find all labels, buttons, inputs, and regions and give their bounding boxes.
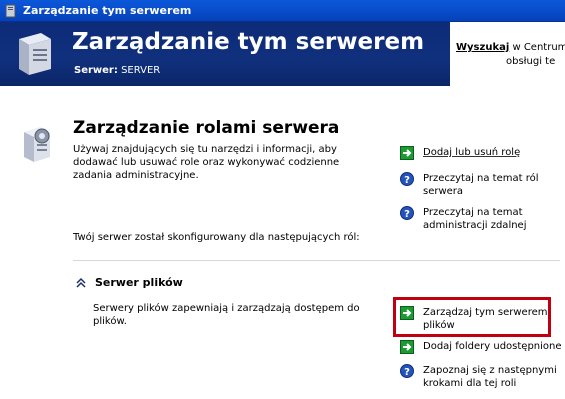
window-title: Zarządzanie tym serwerem — [23, 4, 192, 17]
server-icon — [19, 33, 51, 75]
server-roles-icon — [24, 127, 50, 162]
highlight-annotation-box — [393, 297, 551, 337]
read-about-remote-admin-label[interactable]: Przeczytaj na temat administracji zdalne… — [423, 206, 565, 232]
help-icon: ? — [400, 206, 414, 220]
svg-text:?: ? — [404, 175, 410, 186]
add-remove-role-label[interactable]: Dodaj lub usuń rolę — [423, 146, 565, 159]
search-text-1: w Centrum — [512, 42, 565, 53]
page-title: Zarządzanie tym serwerem — [72, 29, 425, 55]
roles-section-description: Używaj znajdujących się tu narzędzi i in… — [73, 144, 340, 181]
role-description: Serwery plików zapewniają i zarządzają d… — [93, 303, 360, 327]
server-info: Serwer: SERVER — [74, 65, 160, 76]
configured-roles-text: Twój serwer został skonfigurowany dla na… — [73, 232, 360, 243]
server-label: Serwer: — [74, 65, 118, 76]
window-titlebar[interactable]: Zarządzanie tym serwerem — [0, 0, 565, 22]
server-name: SERVER — [121, 65, 161, 76]
collapse-chevron-icon[interactable] — [74, 276, 88, 290]
read-about-roles-label[interactable]: Przeczytaj na temat ról serwera — [423, 172, 565, 198]
server-app-icon — [5, 4, 16, 18]
search-text-2: obsługi te — [506, 56, 556, 67]
section-divider — [73, 260, 560, 261]
help-icon: ? — [400, 172, 414, 186]
roles-section-title: Zarządzanie rolami serwera — [73, 118, 340, 138]
next-steps-label[interactable]: Zapoznaj się z następnymi krokami dla te… — [423, 364, 565, 390]
svg-text:?: ? — [404, 209, 410, 220]
help-search-panel: Wyszukaj w Centrum obsługi te — [450, 22, 565, 86]
help-icon: ? — [400, 364, 414, 378]
svg-text:?: ? — [404, 367, 410, 378]
add-shared-folders-label[interactable]: Dodaj foldery udostępnione — [423, 340, 565, 353]
search-link[interactable]: Wyszukaj — [456, 42, 509, 53]
green-arrow-icon — [400, 340, 414, 354]
green-arrow-icon — [400, 146, 414, 160]
role-name-file-server: Serwer plików — [95, 276, 183, 289]
app-header: Zarządzanie tym serwerem Serwer: SERVER … — [0, 22, 565, 86]
